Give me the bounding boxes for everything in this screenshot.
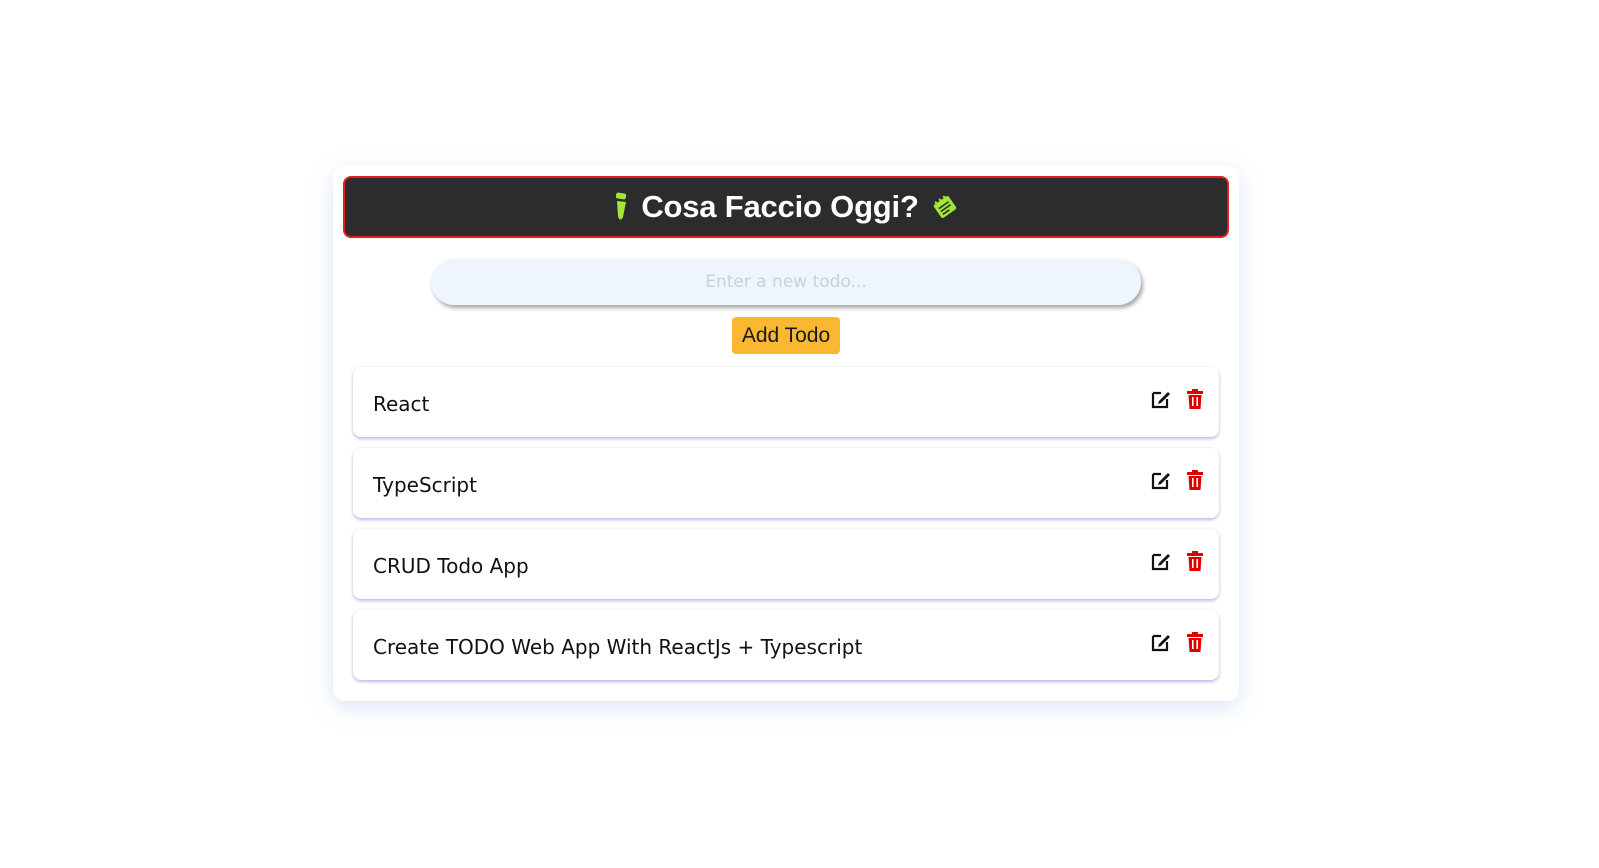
todo-item: CRUD Todo App (353, 529, 1219, 599)
pencil-icon (613, 191, 629, 223)
edit-icon[interactable] (1149, 468, 1173, 492)
add-todo-button[interactable]: Add Todo (731, 317, 841, 354)
todo-text: CRUD Todo App (373, 554, 529, 578)
todo-card: Cosa Faccio Oggi? Add Todo React (333, 166, 1239, 701)
edit-icon[interactable] (1149, 387, 1173, 411)
trash-icon[interactable] (1183, 468, 1207, 492)
page-title: Cosa Faccio Oggi? (641, 189, 919, 224)
todo-text: TypeScript (373, 473, 477, 497)
notepad-icon (931, 193, 959, 221)
trash-icon[interactable] (1183, 630, 1207, 654)
trash-icon[interactable] (1183, 387, 1207, 411)
todo-text: Create TODO Web App With ReactJs + Types… (373, 635, 863, 659)
todo-item: TypeScript (353, 448, 1219, 518)
edit-icon[interactable] (1149, 630, 1173, 654)
new-todo-input[interactable] (431, 259, 1141, 305)
trash-icon[interactable] (1183, 549, 1207, 573)
todo-item: Create TODO Web App With ReactJs + Types… (353, 610, 1219, 680)
app-header: Cosa Faccio Oggi? (343, 176, 1229, 238)
todo-list: React TypeScript CRUD Todo App Create TO… (353, 367, 1219, 680)
todo-item: React (353, 367, 1219, 437)
edit-icon[interactable] (1149, 549, 1173, 573)
todo-text: React (373, 392, 430, 416)
